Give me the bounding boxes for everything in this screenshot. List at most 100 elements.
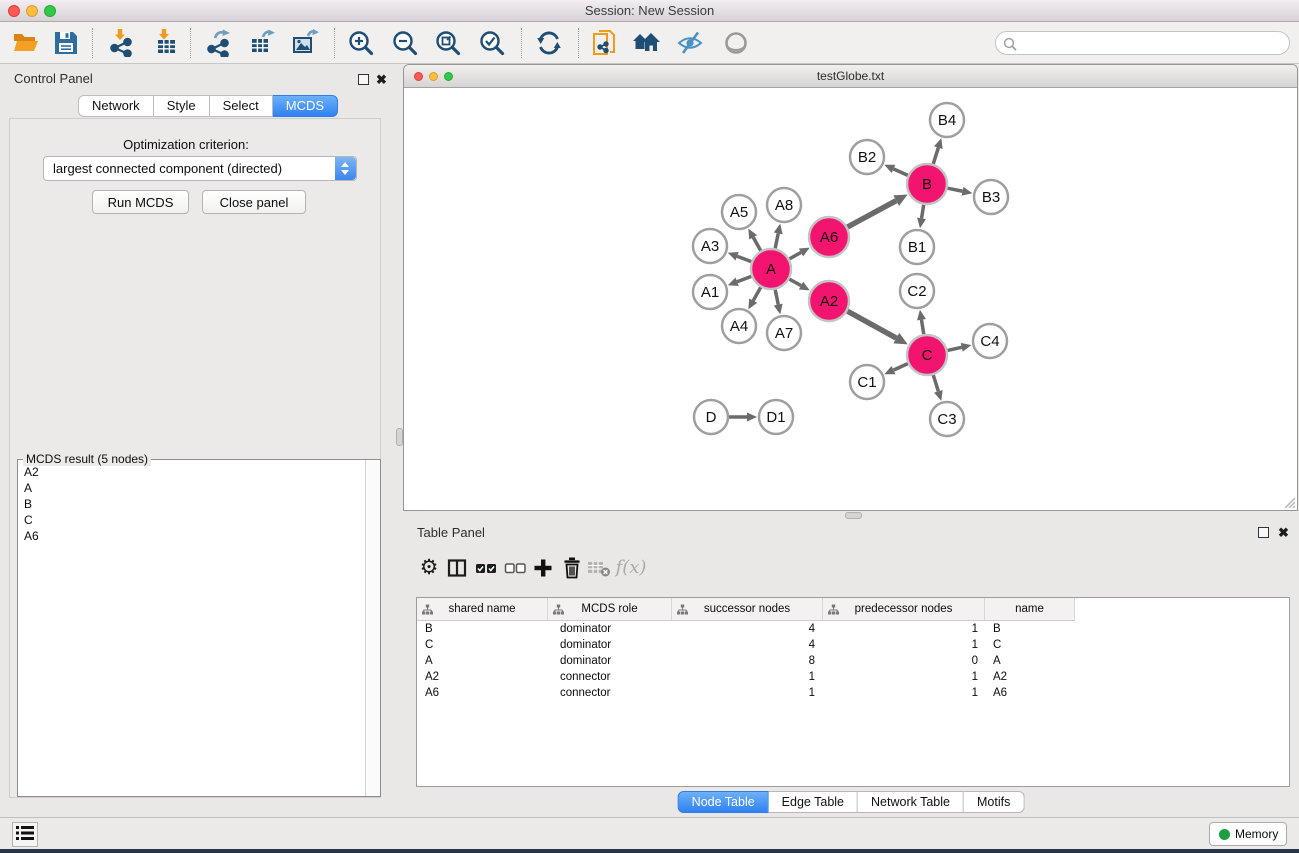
node-table: shared nameMCDS rolesuccessor nodesprede… xyxy=(416,597,1290,787)
column-visibility-button[interactable] xyxy=(444,554,470,582)
table-cell: A xyxy=(985,653,1075,669)
tab-edge-table[interactable]: Edge Table xyxy=(769,791,858,813)
deselect-all-button[interactable] xyxy=(502,554,528,582)
graph-edge-B-B3[interactable] xyxy=(948,188,963,191)
criterion-dropdown[interactable]: largest connected component (directed) xyxy=(43,156,357,181)
vertical-splitter-grip[interactable] xyxy=(396,428,403,446)
graph-edge-A-A7[interactable] xyxy=(775,290,778,305)
column-header-shared-name[interactable]: shared name xyxy=(417,598,548,621)
home-button[interactable] xyxy=(631,28,661,58)
result-scrollbar[interactable] xyxy=(365,460,380,796)
graph-edge-B-B4[interactable] xyxy=(933,148,938,164)
graph-edge-C-C3[interactable] xyxy=(933,375,938,391)
graph-edge-C-C4[interactable] xyxy=(947,347,961,350)
memory-button[interactable]: Memory xyxy=(1209,822,1287,846)
graph-edge-arrowhead xyxy=(774,304,783,315)
table-settings-button[interactable]: ⚙ xyxy=(416,554,442,582)
tab-network-table[interactable]: Network Table xyxy=(858,791,964,813)
table-panel-close-icon[interactable]: ✖ xyxy=(1278,527,1289,538)
graph-edge-B-B2[interactable] xyxy=(893,169,907,175)
unchecked-boxes-icon xyxy=(504,558,526,578)
table-cell: C xyxy=(417,637,548,653)
graph-edge-A-A1[interactable] xyxy=(737,276,751,281)
graph-edge-A6-B[interactable] xyxy=(847,201,896,227)
hide-graphics-details-button[interactable] xyxy=(675,28,705,58)
control-panel-float-icon[interactable] xyxy=(358,74,369,85)
column-header-MCDS-role[interactable]: MCDS role xyxy=(548,598,672,621)
task-history-button[interactable] xyxy=(12,822,38,847)
search-icon xyxy=(1003,37,1017,51)
mcds-result-list: A2ABCA6 xyxy=(19,464,364,795)
window-resize-grip[interactable] xyxy=(1282,495,1295,508)
delete-table-button[interactable] xyxy=(586,554,612,582)
tab-select[interactable]: Select xyxy=(210,95,273,117)
graph-edge-A-A8[interactable] xyxy=(775,233,778,248)
graph-edge-A-A3[interactable] xyxy=(737,256,751,261)
graph-edge-A2-C[interactable] xyxy=(847,311,896,338)
column-header-predecessor-nodes[interactable]: predecessor nodes xyxy=(823,598,985,621)
zoom-fit-button[interactable] xyxy=(433,28,463,58)
export-table-button[interactable] xyxy=(246,28,276,58)
graph-edge-arrowhead xyxy=(934,390,943,401)
app-titlebar[interactable]: Session: New Session xyxy=(0,0,1299,22)
network-canvas[interactable]: B4B2BB3A5A8A6B1A3AA1C2A2A4A7C4CC1C3DD1 xyxy=(404,88,1297,510)
table-row[interactable]: Bdominator41B xyxy=(417,621,1289,637)
graph-edge-B-B1[interactable] xyxy=(922,205,924,219)
tab-network[interactable]: Network xyxy=(78,95,154,117)
refresh-layout-button[interactable] xyxy=(534,28,564,58)
add-column-button[interactable] xyxy=(530,554,556,582)
run-mcds-button[interactable]: Run MCDS xyxy=(92,190,189,214)
table-row[interactable]: A2connector11A2 xyxy=(417,669,1289,685)
graph-edge-A-A4[interactable] xyxy=(753,287,761,300)
toolbar-separator xyxy=(92,28,93,58)
zoom-selected-button[interactable] xyxy=(477,28,507,58)
graph-edge-C-C2[interactable] xyxy=(921,320,923,335)
control-panel-close-icon[interactable]: ✖ xyxy=(376,74,387,85)
graph-edge-A-A6[interactable] xyxy=(789,252,801,258)
tab-motifs[interactable]: Motifs xyxy=(964,791,1024,813)
network-window-titlebar[interactable]: testGlobe.txt xyxy=(404,65,1297,88)
import-table-button[interactable] xyxy=(150,28,180,58)
desktop-background-strip xyxy=(0,849,1299,853)
table-cell: 4 xyxy=(672,621,823,637)
horizontal-splitter-grip[interactable] xyxy=(845,512,862,519)
delete-column-button[interactable] xyxy=(559,554,585,582)
eye-slash-icon xyxy=(676,29,704,57)
column-header-successor-nodes[interactable]: successor nodes xyxy=(672,598,823,621)
table-row[interactable]: Adominator80A xyxy=(417,653,1289,669)
select-all-button[interactable] xyxy=(473,554,499,582)
search-input[interactable] xyxy=(1022,34,1282,52)
zoom-out-button[interactable] xyxy=(390,28,420,58)
import-network-button[interactable] xyxy=(107,28,137,58)
export-image-button[interactable] xyxy=(290,28,320,58)
graph-edge-A-A2[interactable] xyxy=(789,279,801,285)
search-field[interactable] xyxy=(995,31,1290,55)
close-panel-button[interactable]: Close panel xyxy=(202,190,306,214)
table-panel-float-icon[interactable] xyxy=(1258,527,1269,538)
zoom-in-button[interactable] xyxy=(346,28,376,58)
mcds-result-item[interactable]: A2 xyxy=(19,464,364,480)
toolbar-separator xyxy=(521,28,522,58)
table-row[interactable]: Cdominator41C xyxy=(417,637,1289,653)
graph-edge-arrowhead xyxy=(747,413,757,422)
mcds-result-item[interactable]: A xyxy=(19,480,364,496)
mcds-result-item[interactable]: A6 xyxy=(19,528,364,544)
mcds-result-item[interactable]: B xyxy=(19,496,364,512)
mcds-result-item[interactable]: C xyxy=(19,512,364,528)
network-document-button[interactable] xyxy=(590,28,620,58)
tab-node-table[interactable]: Node Table xyxy=(678,791,769,813)
column-header-name[interactable]: name xyxy=(985,598,1075,621)
table-cell: A2 xyxy=(417,669,548,685)
graph-edge-A-A5[interactable] xyxy=(753,237,761,250)
table-header-row: shared nameMCDS rolesuccessor nodesprede… xyxy=(417,598,1075,621)
function-builder-button[interactable]: f(x) xyxy=(614,554,648,582)
graph-edge-C-C1[interactable] xyxy=(893,364,907,370)
save-session-button[interactable] xyxy=(51,28,81,58)
table-row[interactable]: A6connector11A6 xyxy=(417,685,1289,701)
open-file-button[interactable] xyxy=(11,28,41,58)
tab-style[interactable]: Style xyxy=(154,95,210,117)
application-window: Session: New Session xyxy=(0,0,1299,853)
tab-mcds[interactable]: MCDS xyxy=(273,95,338,117)
birds-eye-view-button[interactable] xyxy=(721,28,751,58)
export-network-button[interactable] xyxy=(204,28,234,58)
